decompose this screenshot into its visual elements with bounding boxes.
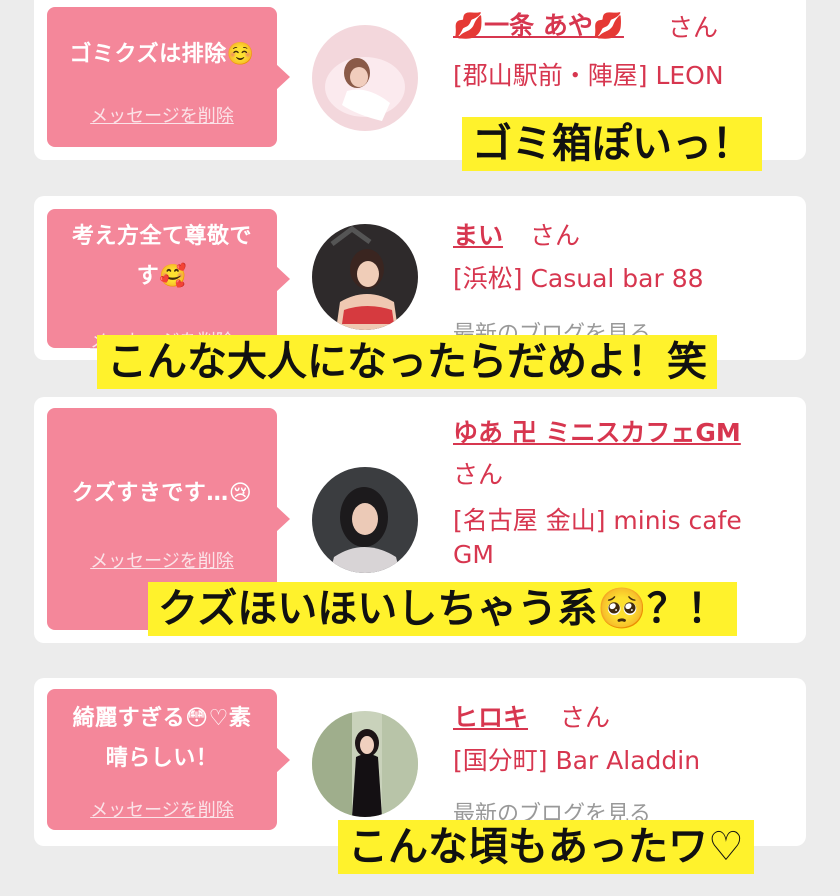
avatar[interactable]	[312, 467, 418, 573]
delete-message-link[interactable]: メッセージを削除	[47, 796, 277, 822]
message-text-line-2: 晴らしい！	[105, 746, 219, 771]
message-bubble: 考え方全て尊敬で す🥰 メッセージを削除	[47, 209, 290, 352]
shop-info-line-1: [名古屋 金山] minis cafe	[453, 506, 742, 535]
message-text-line-2: す🥰	[136, 264, 188, 289]
avatar[interactable]	[312, 25, 418, 131]
message-text-line-1: 綺麗すぎる😳♡素	[72, 706, 252, 731]
message-text: クズすきです…😢	[71, 481, 253, 506]
delete-message-link[interactable]: メッセージを削除	[47, 102, 277, 128]
shop-info-line-2: GM	[453, 540, 494, 569]
message-bubble: 綺麗すぎる😳♡素 晴らしい！ メッセージを削除	[47, 689, 290, 830]
caption-2: こんな大人になったらだめよ！笑	[97, 335, 717, 389]
caption-1: ゴミ箱ぽいっ！	[462, 117, 762, 171]
user-name-link[interactable]: ヒロキ	[453, 698, 528, 734]
honorific: さん	[453, 460, 504, 489]
message-text: ゴミクズは排除☺️	[69, 42, 255, 67]
avatar[interactable]	[312, 224, 418, 330]
avatar[interactable]	[312, 711, 418, 817]
user-name-link[interactable]: まい	[453, 216, 503, 252]
message-text-line-1: 考え方全て尊敬で	[71, 224, 252, 249]
shop-info: [浜松] Casual bar 88	[453, 264, 704, 293]
user-name-link[interactable]: ゆあ 卍 ミニスカフェGM	[453, 413, 741, 449]
user-name-link[interactable]: 💋一条 あや💋	[453, 6, 624, 42]
message-bubble: ゴミクズは排除☺️ メッセージを削除	[47, 7, 290, 147]
caption-4: こんな頃もあったワ♡	[338, 820, 754, 874]
delete-message-link[interactable]: メッセージを削除	[47, 547, 277, 573]
caption-3: クズほいほいしちゃう系🥺？！	[148, 582, 738, 636]
shop-info: [郡山駅前・陣屋] LEON	[453, 61, 724, 90]
honorific: さん	[668, 13, 719, 42]
honorific: さん	[560, 703, 611, 732]
honorific: さん	[530, 221, 581, 250]
shop-info: [国分町] Bar Aladdin	[453, 746, 701, 775]
